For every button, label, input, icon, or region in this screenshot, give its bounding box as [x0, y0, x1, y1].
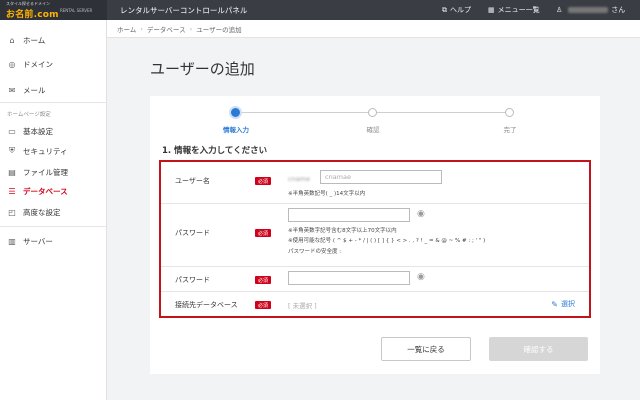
form-highlight-box: ユーザー名 必須 cname cnamae ※半角英数記号( _ )14文字以内… — [159, 160, 591, 318]
password-confirm-label: パスワード — [175, 276, 210, 284]
password-confirm-input[interactable] — [288, 271, 410, 285]
step-indicator-input — [231, 108, 240, 117]
menu-label: メニュー一覧 — [497, 6, 540, 14]
chevron-right-icon: › — [140, 24, 143, 33]
sidebar: ⌂ ホーム ◎ ドメイン ✉ メール ホームページ設定 ▭ 基本設定 ⛨ セキュ… — [0, 20, 107, 400]
sidebar-item-server[interactable]: ▥ サーバー — [0, 232, 106, 250]
globe-icon: ◎ — [8, 59, 16, 69]
chevron-right-icon: › — [189, 24, 193, 33]
select-database-link[interactable]: ✎ 選択 — [551, 299, 575, 309]
username-placeholder: cnamae — [325, 173, 351, 181]
password-strength-label: パスワードの安全度 : — [288, 249, 342, 255]
user-icon: ♙ — [556, 6, 563, 14]
sidebar-section-label: ホームページ設定 — [7, 112, 51, 118]
section-title: 1. 情報を入力してください — [162, 146, 268, 156]
required-badge: 必須 — [255, 177, 271, 185]
required-badge: 必須 — [255, 301, 271, 309]
sidebar-item-basic-settings[interactable]: ▭ 基本設定 — [0, 122, 106, 140]
sidebar-item-label: データベース — [23, 186, 68, 196]
back-to-list-button[interactable]: 一覧に戻る — [381, 337, 471, 361]
sidebar-item-domain[interactable]: ◎ ドメイン — [0, 55, 106, 73]
top-bar: スタイル探せるドメイン お名前.com RENTAL SERVER レンタルサー… — [0, 0, 640, 20]
sidebar-divider — [0, 226, 106, 227]
user-menu[interactable]: ♙ さん — [556, 5, 625, 15]
select-label: 選択 — [561, 300, 575, 308]
sidebar-item-file-manager[interactable]: ▤ ファイル管理 — [0, 163, 106, 181]
sidebar-item-label: サーバー — [23, 236, 53, 246]
sidebar-item-label: ファイル管理 — [23, 167, 68, 177]
home-icon: ⌂ — [9, 35, 15, 45]
panel-title: レンタルサーバーコントロールパネル — [120, 6, 248, 15]
username-label: ユーザー名 — [175, 177, 210, 185]
grid-icon: ▦ — [488, 6, 495, 14]
sidebar-item-advanced[interactable]: ◰ 高度な設定 — [0, 203, 106, 221]
breadcrumb-home[interactable]: ホーム — [117, 24, 136, 34]
required-badge: 必須 — [255, 229, 271, 237]
password-confirm-row: パスワード 必須 ◉ — [161, 267, 589, 292]
sidebar-item-label: 高度な設定 — [23, 207, 61, 217]
sidebar-item-label: 基本設定 — [23, 126, 53, 136]
password-row: パスワード 必須 ◉ ※半角英数字記号含む8文字以上70文字以内 ※使用可能な記… — [161, 204, 589, 267]
shield-icon: ⛨ — [9, 146, 15, 155]
form-panel: 情報入力 確認 完了 1. 情報を入力してください ユーザー名 必須 cname… — [150, 96, 600, 374]
sidebar-item-label: セキュリティ — [23, 146, 68, 156]
settings-window-icon: ◰ — [8, 207, 16, 217]
help-icon: ⧉ — [442, 5, 447, 14]
password-note-symbols: ※使用可能な記号 ( ^ $ + - * / | ( ) [ ] { } < >… — [288, 238, 486, 244]
password-label: パスワード — [175, 229, 210, 237]
breadcrumb-current: ユーザーの追加 — [196, 25, 242, 34]
database-value: [ 未選択 ] — [288, 302, 317, 310]
eye-icon[interactable]: ◉ — [417, 272, 425, 282]
username-note: ※半角英数記号( _ )14文字以内 — [288, 191, 366, 197]
username-prefix: cname — [288, 175, 311, 183]
monitor-icon: ▭ — [8, 126, 16, 136]
sidebar-item-database[interactable]: ☰ データベース — [0, 182, 106, 200]
logo-text: お名前.com — [6, 10, 59, 20]
username-row: ユーザー名 必須 cname cnamae ※半角英数記号( _ )14文字以内 — [161, 162, 589, 204]
user-name-blurred — [568, 7, 609, 13]
step-indicator-complete — [505, 108, 514, 117]
logo-sub: RENTAL SERVER — [60, 8, 93, 13]
sidebar-item-mail[interactable]: ✉ メール — [0, 81, 106, 99]
password-note-length: ※半角英数字記号含む8文字以上70文字以内 — [288, 228, 397, 234]
help-label: ヘルプ — [450, 6, 471, 14]
sidebar-item-security[interactable]: ⛨ セキュリティ — [0, 142, 106, 160]
eye-icon[interactable]: ◉ — [417, 209, 425, 219]
logo[interactable]: スタイル探せるドメイン お名前.com RENTAL SERVER — [0, 0, 107, 20]
mail-icon: ✉ — [8, 85, 16, 95]
required-badge: 必須 — [255, 276, 271, 284]
pencil-icon: ✎ — [551, 299, 558, 309]
sidebar-item-label: ホーム — [23, 35, 46, 45]
page-title: ユーザーの追加 — [150, 60, 255, 78]
help-link[interactable]: ⧉ ヘルプ — [442, 5, 471, 15]
password-input[interactable] — [288, 208, 410, 222]
step-label-confirm: 確認 — [366, 126, 380, 134]
folder-icon: ▤ — [8, 167, 16, 177]
step-connector — [372, 112, 510, 113]
confirm-button[interactable]: 確認する — [489, 337, 588, 361]
step-label-input: 情報入力 — [223, 126, 249, 134]
sidebar-item-label: メール — [23, 85, 46, 95]
menu-link[interactable]: ▦ メニュー一覧 — [488, 5, 540, 15]
database-icon: ☰ — [8, 186, 16, 196]
sidebar-item-home[interactable]: ⌂ ホーム — [0, 31, 106, 49]
database-row: 接続先データベース 必須 [ 未選択 ] ✎ 選択 — [161, 292, 589, 316]
server-icon: ▥ — [8, 236, 16, 246]
step-label-complete: 完了 — [503, 126, 517, 134]
database-label: 接続先データベース — [175, 301, 238, 309]
step-connector — [236, 112, 372, 113]
breadcrumb: ホーム › データベース › ユーザーの追加 — [107, 20, 640, 38]
step-indicator-confirm — [368, 108, 377, 117]
username-input[interactable]: cnamae — [320, 170, 442, 184]
user-suffix: さん — [611, 6, 626, 14]
sidebar-divider — [0, 102, 106, 103]
sidebar-item-label: ドメイン — [23, 59, 53, 69]
breadcrumb-database[interactable]: データベース — [147, 24, 186, 34]
